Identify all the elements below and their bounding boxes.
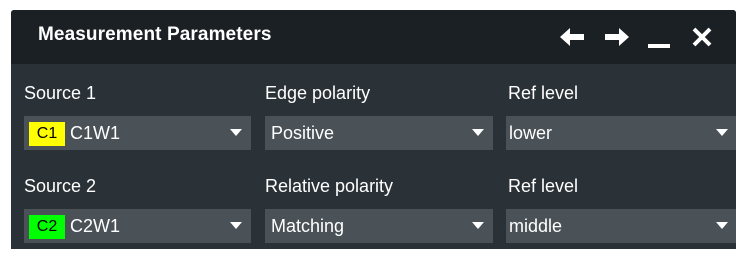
- chevron-down-icon: [716, 129, 728, 136]
- source-2-value: C2W1: [70, 216, 121, 236]
- edge-polarity-value: Positive: [271, 123, 335, 143]
- ref-level-1-value: lower: [509, 123, 553, 143]
- source-2-select[interactable]: C2 C2W1: [24, 209, 251, 243]
- relative-polarity-label: Relative polarity: [265, 176, 394, 196]
- source-1-channel-badge: C1: [29, 122, 65, 146]
- source-2-label: Source 2: [24, 176, 97, 196]
- source-2-channel-badge: C2: [29, 215, 65, 239]
- chevron-down-icon: [230, 129, 242, 136]
- ref-level-2-value: middle: [509, 216, 563, 236]
- minimize-icon[interactable]: [642, 20, 676, 54]
- chevron-down-icon: [230, 222, 242, 229]
- measurement-parameters-dialog: Measurement Parameters Source 1 Edge pol…: [11, 10, 736, 249]
- source-1-value: C1W1: [70, 123, 121, 143]
- ref-level-1-label: Ref level: [508, 83, 579, 103]
- edge-polarity-select[interactable]: Positive: [265, 116, 493, 150]
- close-icon[interactable]: [685, 20, 719, 54]
- chevron-down-icon: [472, 222, 484, 229]
- chevron-down-icon: [472, 129, 484, 136]
- arrow-left-icon[interactable]: [556, 20, 590, 54]
- source-1-label: Source 1: [24, 83, 97, 103]
- arrow-right-icon[interactable]: [599, 20, 633, 54]
- ref-level-2-label: Ref level: [508, 176, 579, 196]
- ref-level-2-select[interactable]: middle: [506, 209, 736, 243]
- dialog-titlebar[interactable]: Measurement Parameters: [11, 10, 736, 64]
- edge-polarity-label: Edge polarity: [265, 83, 371, 103]
- chevron-down-icon: [716, 222, 728, 229]
- relative-polarity-select[interactable]: Matching: [265, 209, 493, 243]
- ref-level-1-select[interactable]: lower: [506, 116, 736, 150]
- dialog-title: Measurement Parameters: [38, 24, 272, 45]
- source-1-select[interactable]: C1 C1W1: [24, 116, 251, 150]
- relative-polarity-value: Matching: [271, 216, 345, 236]
